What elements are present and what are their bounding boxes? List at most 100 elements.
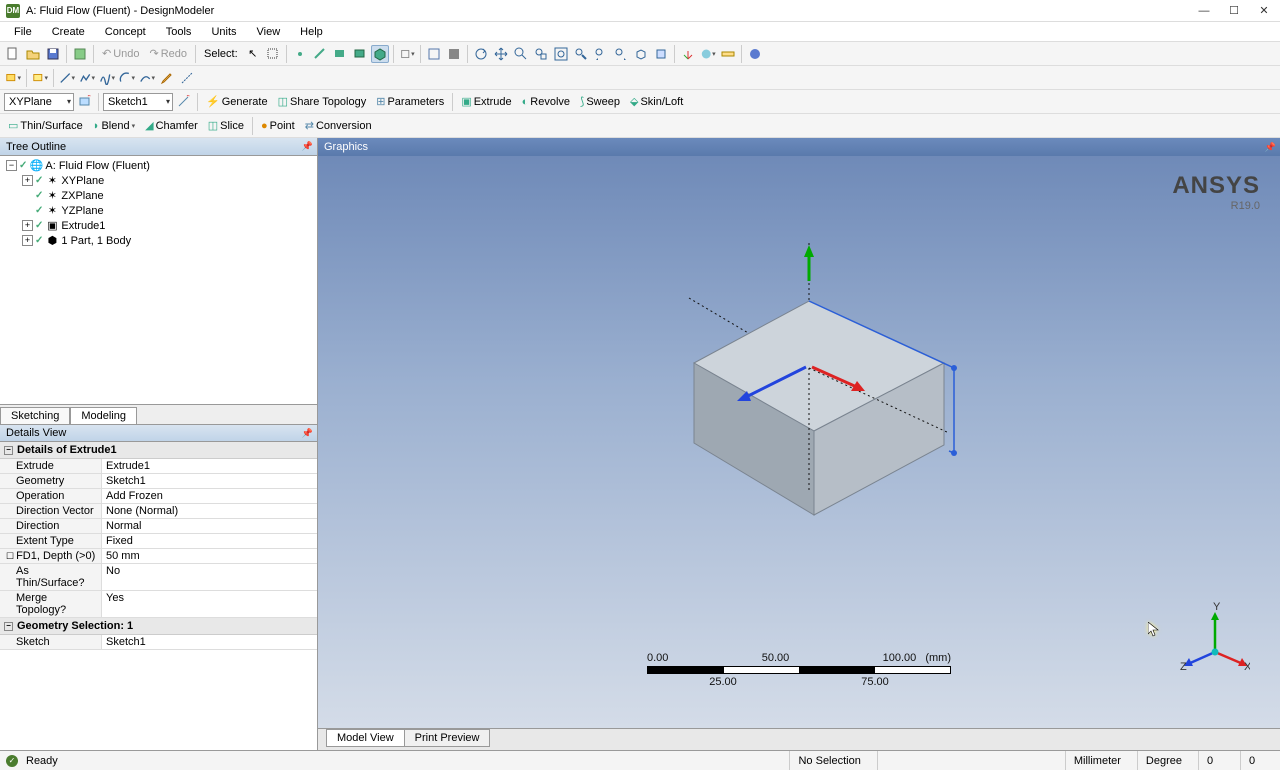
axis-icon[interactable] <box>679 45 697 63</box>
shaded-icon[interactable] <box>445 45 463 63</box>
tab-sketching[interactable]: Sketching <box>0 407 70 425</box>
plane-select[interactable]: XYPlane <box>4 93 74 111</box>
chamfer-button[interactable]: ◢Chamfer <box>141 117 202 134</box>
status-ok-icon: ✓ <box>6 755 18 767</box>
pin-icon[interactable]: 📌 <box>1265 142 1276 153</box>
menu-units[interactable]: Units <box>203 24 244 40</box>
prev-view-icon[interactable] <box>592 45 610 63</box>
zoom-sel-icon[interactable] <box>572 45 590 63</box>
construction-icon[interactable] <box>178 69 196 87</box>
tree-zxplane[interactable]: ✓✶ZXPlane <box>2 188 315 203</box>
tab-modeling[interactable]: Modeling <box>70 407 137 425</box>
rotate-icon[interactable] <box>472 45 490 63</box>
tab-model-view[interactable]: Model View <box>326 729 405 747</box>
prop-geometry-val[interactable]: Sketch1 <box>102 474 317 488</box>
select-arrow-icon[interactable]: ↖ <box>244 45 262 63</box>
menu-concept[interactable]: Concept <box>97 24 154 40</box>
prop-sketch-val[interactable]: Sketch1 <box>102 635 317 649</box>
prop-operation-val[interactable]: Add Frozen <box>102 489 317 503</box>
skinloft-button[interactable]: ⬙Skin/Loft <box>626 93 687 110</box>
details-view: −Details of Extrude1 ExtrudeExtrude1 Geo… <box>0 442 317 750</box>
save-icon[interactable] <box>44 45 62 63</box>
sketch-rect-icon[interactable]: ▾ <box>4 69 22 87</box>
menu-help[interactable]: Help <box>292 24 331 40</box>
ruler-icon[interactable] <box>719 45 737 63</box>
info-icon[interactable] <box>746 45 764 63</box>
polyline-icon[interactable]: ▾ <box>78 69 96 87</box>
details-header: Details View 📌 <box>0 424 317 442</box>
prop-direction-val[interactable]: Normal <box>102 519 317 533</box>
tab-print-preview[interactable]: Print Preview <box>404 729 491 747</box>
sketch-select[interactable]: Sketch1 <box>103 93 173 111</box>
sketch-face-icon[interactable]: ▾ <box>31 69 49 87</box>
menu-view[interactable]: View <box>249 24 289 40</box>
new-sketch-icon[interactable]: * <box>175 93 193 111</box>
wireframe-icon[interactable] <box>425 45 443 63</box>
tree-outline[interactable]: −✓🌐A: Fluid Flow (Fluent) +✓✶XYPlane ✓✶Z… <box>0 156 317 404</box>
extrude-button[interactable]: ▣Extrude <box>457 93 515 110</box>
triad-axes[interactable]: Y X Z <box>1180 602 1250 672</box>
pin-icon[interactable]: 📌 <box>302 141 313 152</box>
tree-part[interactable]: +✓⬢1 Part, 1 Body <box>2 233 315 248</box>
svg-text:Z: Z <box>1180 661 1187 672</box>
details-group-extrude[interactable]: −Details of Extrude1 <box>0 442 317 459</box>
pan-icon[interactable] <box>492 45 510 63</box>
new-icon[interactable] <box>4 45 22 63</box>
maximize-button[interactable]: ☐ <box>1228 5 1240 17</box>
menu-create[interactable]: Create <box>44 24 93 40</box>
filter-body-icon[interactable] <box>351 45 369 63</box>
prop-depth-val[interactable]: 50 mm <box>102 549 317 563</box>
model-geometry[interactable] <box>599 233 999 593</box>
viewport-3d[interactable]: ANSYS R19.0 <box>318 156 1280 728</box>
sweep-button[interactable]: ⟆Sweep <box>576 93 624 110</box>
display-icon[interactable]: ▾ <box>699 45 717 63</box>
share-topology-button[interactable]: ◫Share Topology <box>274 93 371 110</box>
spline-icon[interactable]: ▾ <box>98 69 116 87</box>
parameters-button[interactable]: ⊞Parameters <box>372 93 448 110</box>
status-bar: ✓ Ready No Selection Millimeter Degree 0… <box>0 750 1280 770</box>
thin-surface-button[interactable]: ▭Thin/Surface <box>4 117 87 134</box>
prop-merge-val[interactable]: Yes <box>102 591 317 617</box>
prop-extent-val[interactable]: Fixed <box>102 534 317 548</box>
prop-thin-val[interactable]: No <box>102 564 317 590</box>
generate-button[interactable]: ⚡Generate <box>202 93 272 110</box>
filter-body-active-icon[interactable] <box>371 45 389 63</box>
new-plane-icon[interactable]: * <box>76 93 94 111</box>
tree-xyplane[interactable]: +✓✶XYPlane <box>2 173 315 188</box>
point-button[interactable]: ●Point <box>257 118 299 134</box>
undo-button[interactable]: ↶Undo <box>98 45 144 62</box>
slice-button[interactable]: ◫Slice <box>204 117 248 134</box>
filter-face-icon[interactable] <box>331 45 349 63</box>
blend-button[interactable]: ◗Blend▾ <box>89 118 139 134</box>
tree-root[interactable]: −✓🌐A: Fluid Flow (Fluent) <box>2 158 315 173</box>
select-box-icon[interactable] <box>264 45 282 63</box>
open-icon[interactable] <box>24 45 42 63</box>
next-view-icon[interactable] <box>612 45 630 63</box>
prop-extrude-val[interactable]: Extrude1 <box>102 459 317 473</box>
extend-sel-icon[interactable]: ▾ <box>398 45 416 63</box>
menu-tools[interactable]: Tools <box>158 24 200 40</box>
zoom-box-icon[interactable] <box>532 45 550 63</box>
filter-point-icon[interactable] <box>291 45 309 63</box>
look-at-icon[interactable] <box>652 45 670 63</box>
arc-icon[interactable]: ▾ <box>118 69 136 87</box>
tree-extrude1[interactable]: +✓▣Extrude1 <box>2 218 315 233</box>
prop-dirvec-val[interactable]: None (Normal) <box>102 504 317 518</box>
curve-icon[interactable]: ▾ <box>138 69 156 87</box>
menu-file[interactable]: File <box>6 24 40 40</box>
zoom-fit-icon[interactable] <box>552 45 570 63</box>
line-icon[interactable]: ▾ <box>58 69 76 87</box>
import-icon[interactable] <box>71 45 89 63</box>
redo-button[interactable]: ↷Redo <box>146 45 192 62</box>
details-group-geomsel[interactable]: −Geometry Selection: 1 <box>0 618 317 635</box>
pin-icon[interactable]: 📌 <box>302 428 313 439</box>
conversion-button[interactable]: ⇄Conversion <box>301 117 376 134</box>
zoom-icon[interactable] <box>512 45 530 63</box>
minimize-button[interactable]: — <box>1198 5 1210 17</box>
tree-yzplane[interactable]: ✓✶YZPlane <box>2 203 315 218</box>
pencil-icon[interactable] <box>158 69 176 87</box>
revolve-button[interactable]: ◐Revolve <box>518 94 574 110</box>
filter-edge-icon[interactable] <box>311 45 329 63</box>
close-button[interactable]: ✕ <box>1258 5 1270 17</box>
iso-view-icon[interactable] <box>632 45 650 63</box>
